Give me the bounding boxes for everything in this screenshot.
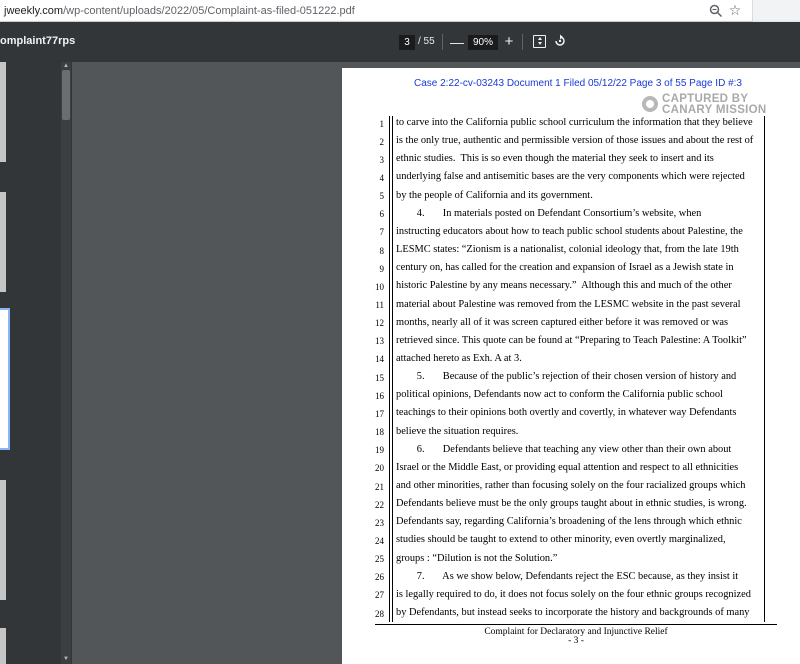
- document-line: and other minorities, rather than focusi…: [396, 480, 746, 491]
- extensions-area: [752, 0, 800, 22]
- toolbar-divider: [522, 34, 523, 50]
- document-line: ethnic studies. This is so even though t…: [396, 153, 714, 165]
- line-number: 9: [379, 263, 385, 274]
- line-number: 19: [375, 445, 384, 456]
- document-line: Israel or the Middle East, or providing …: [396, 461, 739, 473]
- line-number: 21: [375, 481, 384, 492]
- line-number: 26: [375, 572, 384, 583]
- line-number: 18: [375, 427, 384, 438]
- bookmark-star-icon[interactable]: ☆: [727, 2, 743, 18]
- page-total: / 55: [418, 36, 435, 47]
- document-line: studies should be taught to extend to ot…: [396, 534, 726, 546]
- page-number-input[interactable]: [399, 35, 415, 50]
- rotate-icon[interactable]: [553, 34, 567, 48]
- document-line: is legally required to do, it does not f…: [396, 588, 751, 600]
- fit-page-icon[interactable]: [533, 35, 546, 48]
- line-number: 17: [375, 408, 384, 419]
- margin-rule: [389, 116, 390, 622]
- line-number: 7: [379, 227, 385, 238]
- toolbar-divider: [442, 34, 443, 50]
- sidebar-scrollbar-thumb[interactable]: [62, 70, 70, 120]
- zoom-out-button[interactable]: —: [450, 32, 464, 52]
- margin-rule: [764, 116, 765, 622]
- document-line: by Defendants, but instead seeks to inco…: [396, 607, 750, 619]
- line-number: 11: [375, 300, 384, 310]
- document-line: LESMC states: “Zionism is a nationalist,…: [396, 244, 739, 256]
- zoom-level-input[interactable]: [468, 35, 498, 50]
- document-line: political opinions, Defendants now act t…: [396, 389, 723, 401]
- canary-logo-icon: [642, 96, 658, 112]
- line-number: 20: [375, 463, 384, 474]
- line-number: 14: [375, 354, 384, 365]
- pdf-toolbar: omplaint77rps / 55 — +: [0, 22, 800, 62]
- footer-page-number: - 3 -: [568, 636, 584, 646]
- document-line: 6. Defendants believe that teaching any …: [396, 443, 732, 455]
- document-line: 7. As we show below, Defendants reject t…: [396, 570, 739, 582]
- document-line: Defendants believe must be the only grou…: [396, 498, 747, 510]
- page-thumbnail[interactable]: [0, 628, 6, 664]
- footer-rule: [375, 624, 777, 625]
- zoom-in-button[interactable]: +: [503, 32, 515, 52]
- page-thumbnail[interactable]: [0, 62, 6, 162]
- document-line: is the only true, authentic and permissi…: [396, 135, 754, 147]
- page-thumbnail[interactable]: [0, 192, 6, 292]
- document-title: omplaint77rps: [0, 35, 76, 47]
- margin-rule: [392, 116, 393, 622]
- document-line: groups : “Dilution is not the Solution.”: [396, 552, 558, 564]
- line-number: 5: [379, 191, 385, 202]
- line-number: 10: [375, 281, 384, 292]
- line-number: 2: [379, 136, 385, 147]
- document-line: historic Palestine by any means necessar…: [396, 280, 732, 292]
- document-line: material about Palestine was removed fro…: [396, 298, 741, 310]
- line-number: 6: [379, 209, 385, 220]
- url-host: jweekly.com: [4, 4, 64, 17]
- line-number: 15: [375, 372, 384, 383]
- line-number: 4: [379, 172, 385, 183]
- document-line: 4. In materials posted on Defendant Cons…: [396, 207, 702, 219]
- watermark-line-2: CANARY MISSION: [662, 104, 767, 116]
- document-line: underlying false and antisemitic bases a…: [396, 171, 745, 183]
- scroll-down-arrow-icon[interactable]: ▼: [62, 655, 70, 663]
- scroll-up-arrow-icon[interactable]: ▲: [62, 62, 70, 70]
- document-line: months, nearly all of it was screen capt…: [396, 316, 729, 328]
- url-path: /wp-content/uploads/2022/05/Complaint-as…: [63, 4, 355, 17]
- document-line: Defendants say, regarding California’s b…: [396, 516, 742, 528]
- line-number: 23: [375, 517, 384, 528]
- document-line: to carve into the California public scho…: [396, 117, 753, 128]
- document-line: teachings to their opinions both overtly…: [396, 407, 737, 419]
- page-thumbnail[interactable]: [0, 480, 6, 600]
- line-number: 28: [375, 608, 384, 619]
- document-line: 5. Because of the public’s rejection of …: [396, 371, 737, 383]
- document-line: retrieved since. This quote can be found…: [396, 334, 747, 346]
- line-number: 12: [375, 318, 384, 329]
- line-number: 27: [375, 590, 384, 601]
- line-number: 24: [375, 535, 384, 546]
- watermark: CAPTURED BY CANARY MISSION: [642, 93, 767, 117]
- line-number: 1: [379, 118, 385, 129]
- pdf-page[interactable]: Case 2:22-cv-03243 Document 1 Filed 05/1…: [342, 68, 800, 664]
- document-line: believe the situation requires.: [396, 425, 519, 437]
- url-text[interactable]: jweekly.com/wp-content/uploads/2022/05/C…: [0, 5, 355, 17]
- sidebar-scrollbar[interactable]: [61, 62, 71, 664]
- document-line: attached hereto as Exh. A at 3.: [396, 352, 522, 364]
- line-number: 16: [375, 390, 384, 401]
- line-number: 25: [375, 554, 384, 565]
- zoom-icon[interactable]: [708, 3, 724, 19]
- line-number: 3: [379, 154, 385, 165]
- document-line: by the people of California and its gove…: [396, 189, 593, 201]
- document-line: instructing educators about how to teach…: [396, 225, 743, 237]
- page-thumbnail-current[interactable]: [0, 308, 10, 450]
- document-line: century on, has called for the creation …: [396, 262, 734, 274]
- line-number: 13: [375, 336, 384, 347]
- address-bar[interactable]: jweekly.com/wp-content/uploads/2022/05/C…: [0, 0, 800, 22]
- line-number: 8: [379, 245, 385, 256]
- case-header: Case 2:22-cv-03243 Document 1 Filed 05/1…: [414, 78, 742, 89]
- line-number: 22: [375, 499, 384, 510]
